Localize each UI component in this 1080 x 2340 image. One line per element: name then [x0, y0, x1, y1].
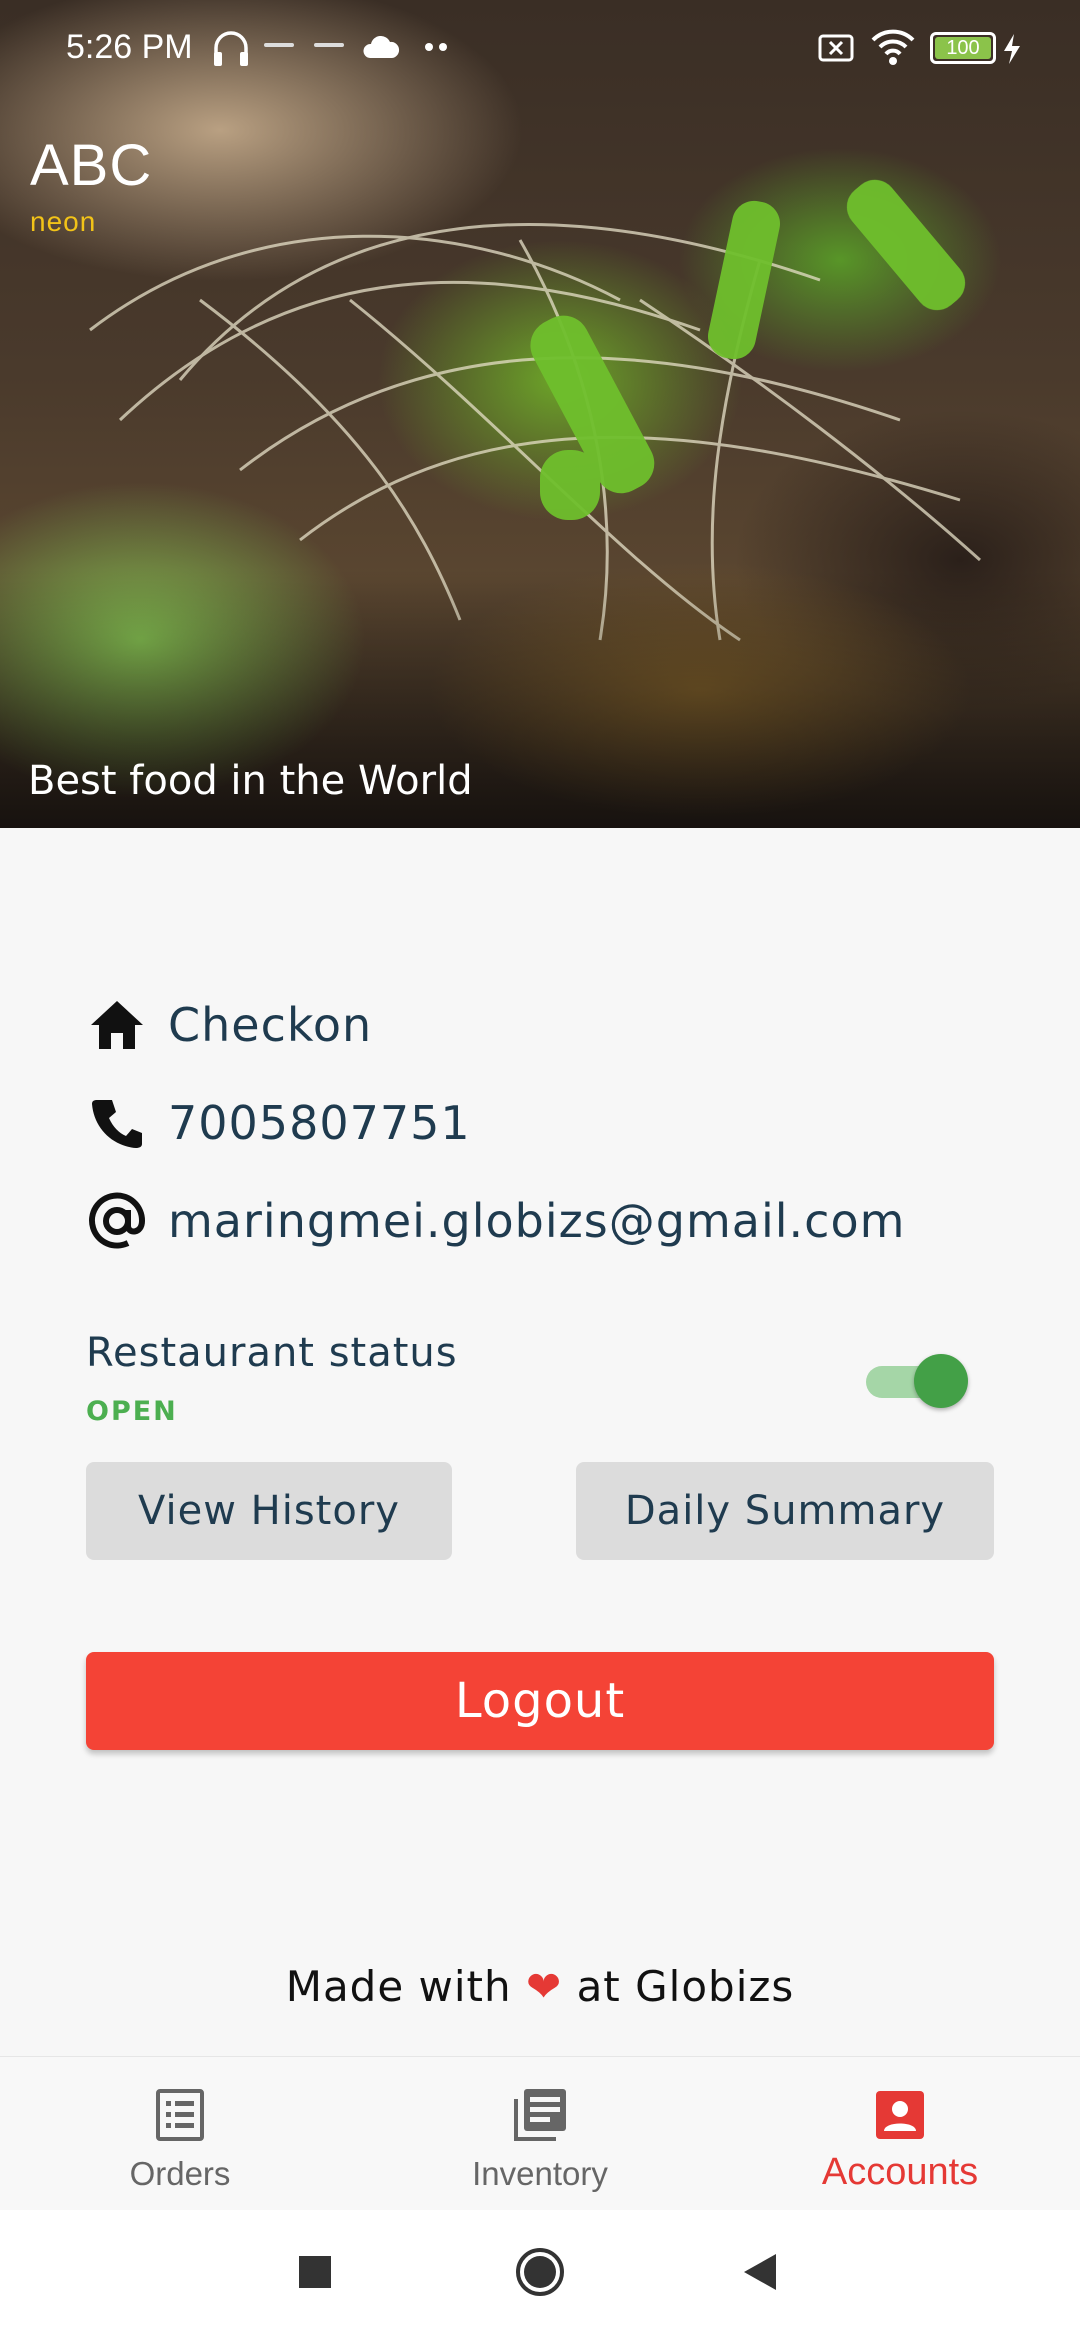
tagline: Best food in the World — [28, 758, 473, 804]
recent-apps-icon[interactable] — [298, 2255, 332, 2289]
neon-notification-icon — [314, 43, 344, 47]
home-button-icon[interactable] — [514, 2246, 566, 2298]
restaurant-name: Checkon — [168, 998, 373, 1052]
orders-list-icon — [156, 2089, 204, 2141]
back-icon[interactable] — [742, 2252, 778, 2292]
home-icon — [86, 994, 148, 1056]
inventory-icon — [514, 2089, 566, 2141]
made-with-suffix: at Globizs — [576, 1962, 795, 2011]
info-row-email: maringmei.globizs@gmail.com — [86, 1190, 905, 1252]
restaurant-status-value: OPEN — [86, 1396, 178, 1427]
phone-number: 7005807751 — [168, 1096, 471, 1150]
toggle-thumb — [914, 1354, 968, 1408]
info-row-name: Checkon — [86, 994, 372, 1056]
more-dots-icon — [425, 43, 447, 51]
made-with-footer: Made with ❤ at Globizs — [0, 1962, 1080, 2011]
account-icon — [876, 2091, 924, 2139]
nav-label-orders: Orders — [129, 2155, 231, 2192]
email-address: maringmei.globizs@gmail.com — [168, 1194, 906, 1248]
brand-logo-subtitle: neon — [30, 206, 97, 237]
neon-notification-icon — [264, 43, 294, 47]
cloud-icon — [363, 35, 400, 58]
bottom-navigation: Orders Inventory Accounts — [0, 2056, 1080, 2210]
sim-off-icon — [818, 34, 854, 62]
status-time: 5:26 PM — [66, 28, 193, 66]
logout-button[interactable]: Logout — [86, 1652, 994, 1750]
header-food-image — [0, 0, 1080, 828]
restaurant-status-toggle[interactable] — [866, 1352, 968, 1408]
brand-name: ABC — [30, 133, 153, 198]
phone-icon — [86, 1092, 148, 1154]
battery-icon: 100 — [930, 32, 996, 64]
view-history-button[interactable]: View History — [86, 1462, 452, 1560]
battery-level: 100 — [935, 37, 991, 59]
restaurant-status-label: Restaurant status — [86, 1330, 458, 1376]
nav-item-inventory[interactable]: Inventory — [360, 2057, 720, 2211]
status-bar: 5:26 PM 100 — [0, 0, 1080, 96]
heart-icon: ❤ — [526, 1962, 563, 2011]
nav-item-accounts[interactable]: Accounts — [720, 2057, 1080, 2211]
made-with-prefix: Made with — [285, 1962, 512, 2011]
nav-label-inventory: Inventory — [472, 2155, 608, 2192]
daily-summary-button[interactable]: Daily Summary — [576, 1462, 994, 1560]
nav-label-accounts: Accounts — [821, 2151, 979, 2193]
charging-icon — [1004, 34, 1020, 64]
headphones-icon — [214, 31, 248, 66]
nav-item-orders[interactable]: Orders — [0, 2057, 360, 2211]
info-row-phone: 7005807751 — [86, 1092, 471, 1154]
wifi-icon — [871, 29, 915, 65]
system-navigation-bar — [0, 2210, 1080, 2340]
at-icon — [86, 1190, 148, 1252]
